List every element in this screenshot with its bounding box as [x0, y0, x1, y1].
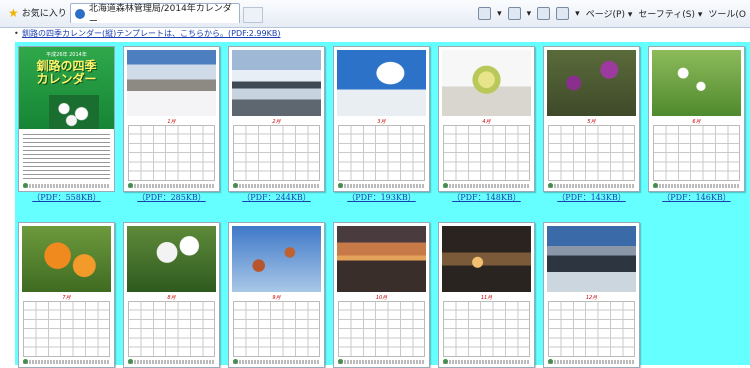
card-footer — [23, 360, 110, 364]
card-footer — [443, 360, 530, 364]
calendar-thumbnail-apr[interactable]: 4月 — [438, 46, 535, 192]
month-label: 12月 — [585, 295, 598, 301]
calendar-thumbnail-dec[interactable]: 12月 — [543, 222, 640, 368]
calendar-grid-image — [548, 301, 635, 357]
browser-command-bar: ★ お気に入り 北海道森林管理局/2014年カレンダー ▾ ▾ ▾ ページ(P)… — [0, 0, 750, 28]
calendar-grid-image — [338, 125, 425, 181]
calendar-grid-image — [548, 125, 635, 181]
home-dropdown-icon[interactable]: ▾ — [497, 9, 502, 19]
pdf-link-mar[interactable]: （PDF：193KB） — [330, 192, 433, 203]
ie-page-icon — [75, 8, 85, 19]
month-label: 6月 — [692, 119, 701, 125]
template-link[interactable]: 釧路の四季カレンダー(縦)テンプレートは、こちらから。(PDF:2.99KB) — [22, 28, 280, 39]
card-footer — [443, 184, 530, 188]
pdf-link-may[interactable]: （PDF：143KB） — [540, 192, 643, 203]
calendar-thumbnail-feb[interactable]: 2月 — [228, 46, 325, 192]
page-content: • 釧路の四季カレンダー(縦)テンプレートは、こちらから。(PDF:2.99KB… — [0, 28, 750, 368]
page-menu[interactable]: ページ(P) ▾ — [586, 7, 633, 20]
calendar-thumbnail-jul[interactable]: 7月 — [18, 222, 115, 368]
cover-banner: 平成26年 2014年 釧路の四季 カレンダー — [19, 47, 114, 129]
month-label: 3月 — [377, 119, 386, 125]
photo-lily-of-valley — [652, 50, 741, 116]
calendar-grid-image — [443, 301, 530, 357]
card-footer — [548, 184, 635, 188]
photo-frozen-lake — [232, 50, 321, 116]
calendar-grid-image — [233, 301, 320, 357]
month-label: 10月 — [375, 295, 388, 301]
calendar-grid-image — [128, 125, 215, 181]
photo-berries-sky — [232, 226, 321, 292]
feeds-icon[interactable] — [507, 7, 521, 20]
cover-thumbnail[interactable]: 平成26年 2014年 釧路の四季 カレンダー — [18, 46, 115, 192]
cover-subtitle: 平成26年 2014年 — [46, 52, 87, 58]
month-label: 9月 — [272, 295, 281, 301]
month-label: 2月 — [272, 119, 281, 125]
card-footer — [128, 360, 215, 364]
cover-description — [23, 133, 110, 179]
calendar-thumbnail-sep[interactable]: 9月 — [228, 222, 325, 368]
browser-tab[interactable]: 北海道森林管理局/2014年カレンダー — [70, 3, 240, 27]
photo-orange-lily — [22, 226, 111, 292]
card-footer — [338, 360, 425, 364]
calendar-grid-image — [23, 301, 110, 357]
calendar-thumbnail-oct[interactable]: 10月 — [333, 222, 430, 368]
calendar-thumbnail-aug[interactable]: 8月 — [123, 222, 220, 368]
pdf-link-feb[interactable]: （PDF：244KB） — [225, 192, 328, 203]
photo-snowy-trees — [127, 50, 216, 116]
tools-menu[interactable]: ツール(O — [708, 7, 746, 20]
pdf-link-jan[interactable]: （PDF：285KB） — [120, 192, 223, 203]
mail-icon[interactable] — [537, 7, 551, 20]
card-footer — [338, 184, 425, 188]
cover-title-line1: 釧路の四季 — [36, 59, 97, 73]
calendar-thumbnail-may[interactable]: 5月 — [543, 46, 640, 192]
star-icon: ★ — [8, 5, 19, 20]
card-footer — [233, 184, 320, 188]
cover-photo — [49, 95, 99, 129]
photo-sunrise-forest — [442, 226, 531, 292]
home-icon[interactable] — [478, 7, 492, 20]
cover-title-line2: カレンダー — [36, 72, 97, 86]
calendar-grid-image — [443, 125, 530, 181]
month-label: 5月 — [587, 119, 596, 125]
feeds-dropdown-icon[interactable]: ▾ — [527, 9, 532, 19]
print-icon[interactable] — [556, 7, 570, 20]
print-dropdown-icon[interactable]: ▾ — [575, 9, 580, 19]
calendar-grid: 平成26年 2014年 釧路の四季 カレンダー （PDF：558KB） 1月 （… — [15, 42, 750, 368]
photo-adonis-flower — [442, 50, 531, 116]
new-tab-button[interactable] — [243, 7, 263, 23]
calendar-grid-image — [338, 301, 425, 357]
calendar-grid-image — [233, 125, 320, 181]
card-footer — [233, 360, 320, 364]
calendar-grid-image — [128, 301, 215, 357]
tab-title: 北海道森林管理局/2014年カレンダー — [88, 3, 232, 27]
safety-menu[interactable]: セーフティ(S) ▾ — [638, 7, 702, 20]
photo-purple-flowers — [547, 50, 636, 116]
month-label: 11月 — [480, 295, 493, 301]
month-label: 4月 — [482, 119, 491, 125]
calendar-thumbnail-jun[interactable]: 6月 — [648, 46, 745, 192]
calendar-thumbnail-mar[interactable]: 3月 — [333, 46, 430, 192]
photo-white-flowers — [127, 226, 216, 292]
month-label: 8月 — [167, 295, 176, 301]
toolbar-right: ▾ ▾ ▾ ページ(P) ▾ セーフティ(S) ▾ ツール(O — [478, 7, 746, 20]
pdf-link-cover[interactable]: （PDF：558KB） — [15, 192, 118, 203]
card-footer — [128, 184, 215, 188]
pdf-link-jun[interactable]: （PDF：146KB） — [645, 192, 748, 203]
photo-snow-field-sky — [337, 50, 426, 116]
calendar-thumbnail-jan[interactable]: 1月 — [123, 46, 220, 192]
favorites-label: お気に入り — [21, 9, 67, 19]
card-footer — [23, 184, 110, 188]
calendar-thumbnail-nov[interactable]: 11月 — [438, 222, 535, 368]
cover-title: 釧路の四季 カレンダー — [19, 60, 114, 86]
month-label: 1月 — [167, 119, 176, 125]
favorites-button[interactable]: ★ お気に入り — [8, 5, 67, 20]
card-footer — [653, 184, 740, 188]
calendar-grid-image — [653, 125, 740, 181]
card-footer — [548, 360, 635, 364]
photo-sunset-marsh — [337, 226, 426, 292]
pdf-link-apr[interactable]: （PDF：148KB） — [435, 192, 538, 203]
month-label: 7月 — [62, 295, 71, 301]
list-bullet: • — [14, 29, 19, 38]
photo-winter-river — [547, 226, 636, 292]
